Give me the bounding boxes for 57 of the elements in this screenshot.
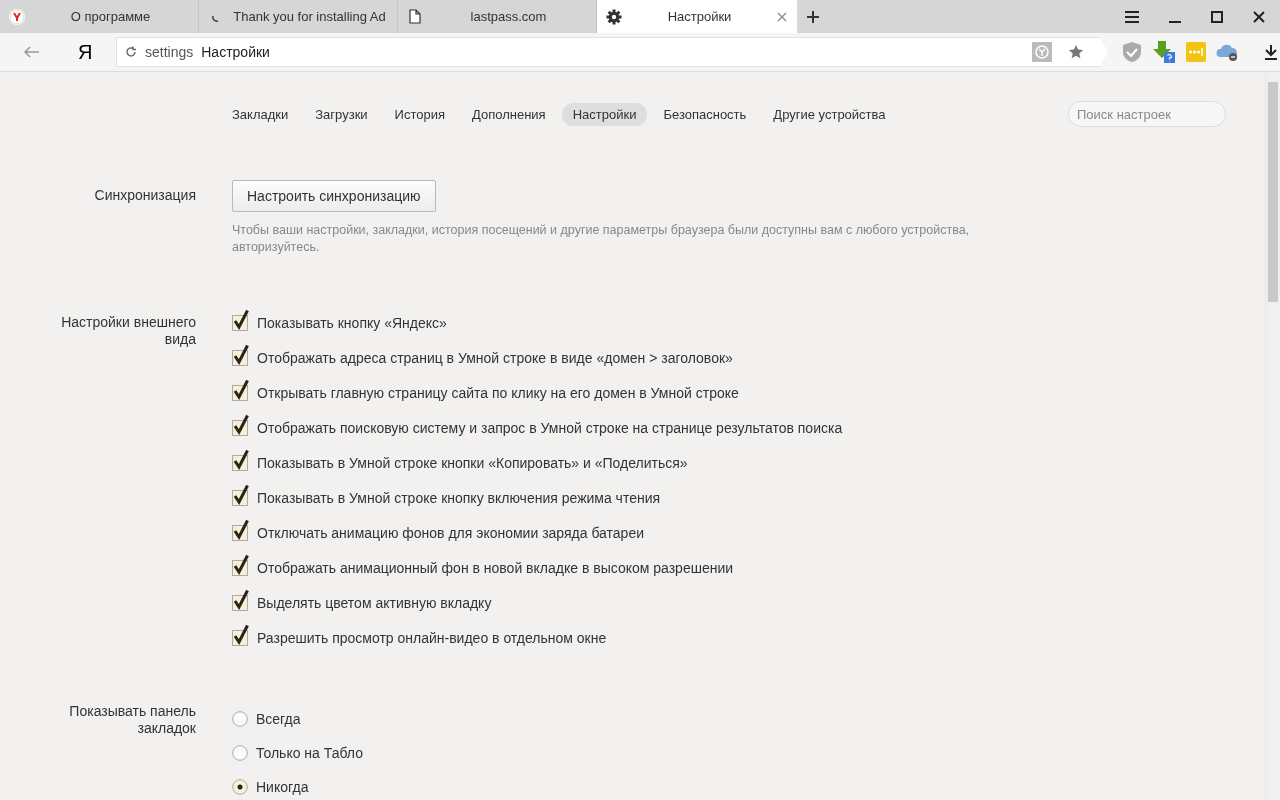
- checkbox[interactable]: [232, 308, 250, 331]
- nav-tab[interactable]: Другие устройства: [762, 102, 897, 126]
- checkbox-label: Отключать анимацию фонов для экономии заряда батареи: [257, 524, 644, 541]
- settings-icon: [606, 8, 622, 25]
- checkbox[interactable]: [232, 588, 250, 611]
- checkbox[interactable]: [232, 343, 250, 366]
- url-scheme: settings: [145, 44, 194, 60]
- section-label: Настройки внешнего вида: [60, 314, 196, 349]
- checkbox-label: Выделять цветом активную вкладку: [257, 594, 492, 611]
- maximize-icon[interactable]: [1211, 10, 1223, 23]
- menu-icon[interactable]: [1125, 10, 1139, 23]
- checkbox-label: Показывать кнопку «Яндекс»: [257, 314, 447, 331]
- checkbox[interactable]: [232, 378, 250, 401]
- browser-tab[interactable]: Настройки: [597, 0, 797, 33]
- nav-tab[interactable]: Загрузки: [304, 102, 379, 126]
- checkbox-label: Показывать в Умной строке кнопку включения режима чтения: [257, 489, 661, 506]
- radio-label: Только на Табло: [256, 745, 363, 761]
- page-icon: [409, 9, 421, 24]
- section-label: Показывать панель закладок: [68, 703, 196, 738]
- checkbox[interactable]: [232, 518, 250, 541]
- nav-tab[interactable]: Настройки: [561, 102, 648, 126]
- nav-tab[interactable]: История: [383, 102, 456, 126]
- checkbox[interactable]: [232, 623, 250, 646]
- search-field[interactable]: Поиск настроек: [1068, 101, 1226, 127]
- reload-icon[interactable]: [125, 46, 137, 58]
- checkbox-label: Открывать главную страницу сайта по клику на его домен в Умной строке: [257, 384, 739, 401]
- checkbox[interactable]: [232, 483, 250, 506]
- checkbox[interactable]: [232, 553, 250, 576]
- cloud-icon[interactable]: [1216, 42, 1240, 62]
- nav-tab[interactable]: Безопасность: [652, 102, 758, 126]
- page-title: Настройки: [201, 44, 270, 60]
- yandex-logo[interactable]: Я: [78, 40, 92, 64]
- hint-text: Чтобы ваши настройки, закладки, история посещений и другие параметры браузера были доступны вам с любого устройства, авторизуйтесь.: [232, 222, 971, 256]
- checkbox-label: Отображать анимационный фон в новой вкладке в высоком разрешении: [257, 559, 734, 576]
- download-extension-icon[interactable]: [1152, 40, 1176, 64]
- radio-button[interactable]: [232, 745, 248, 761]
- checkbox[interactable]: [232, 413, 250, 436]
- checkbox-label: Отображать адреса страниц в Умной строке в виде «домен > заголовок»: [257, 349, 733, 366]
- close-icon[interactable]: [1253, 10, 1265, 23]
- checkbox-label: Отображать поисковую систему и запрос в Умной строке на странице результатов поиска: [257, 419, 843, 436]
- checkbox-label: Разрешить просмотр онлайн-видео в отдельном окне: [257, 629, 607, 646]
- star-icon[interactable]: [1068, 44, 1084, 60]
- download-icon[interactable]: [1264, 44, 1278, 60]
- section-label: Синхронизация: [94, 186, 196, 205]
- checkbox[interactable]: [232, 448, 250, 471]
- radio-button[interactable]: [232, 711, 248, 727]
- sync-button[interactable]: Настроить синхронизацию: [232, 180, 436, 212]
- nav-tab[interactable]: Дополнения: [461, 102, 557, 126]
- radio-label: Всегда: [256, 711, 301, 727]
- new-tab-icon[interactable]: [806, 9, 820, 24]
- back-arrow-icon[interactable]: [24, 46, 40, 58]
- checkbox-label: Показывать в Умной строке кнопки «Копировать» и «Поделиться»: [257, 454, 688, 471]
- scrollbar[interactable]: [1265, 72, 1280, 799]
- radio-label: Никогда: [256, 779, 309, 795]
- radio-button[interactable]: [232, 779, 248, 795]
- yandex-icon: [9, 8, 25, 25]
- nav-tab[interactable]: Закладки: [221, 102, 300, 126]
